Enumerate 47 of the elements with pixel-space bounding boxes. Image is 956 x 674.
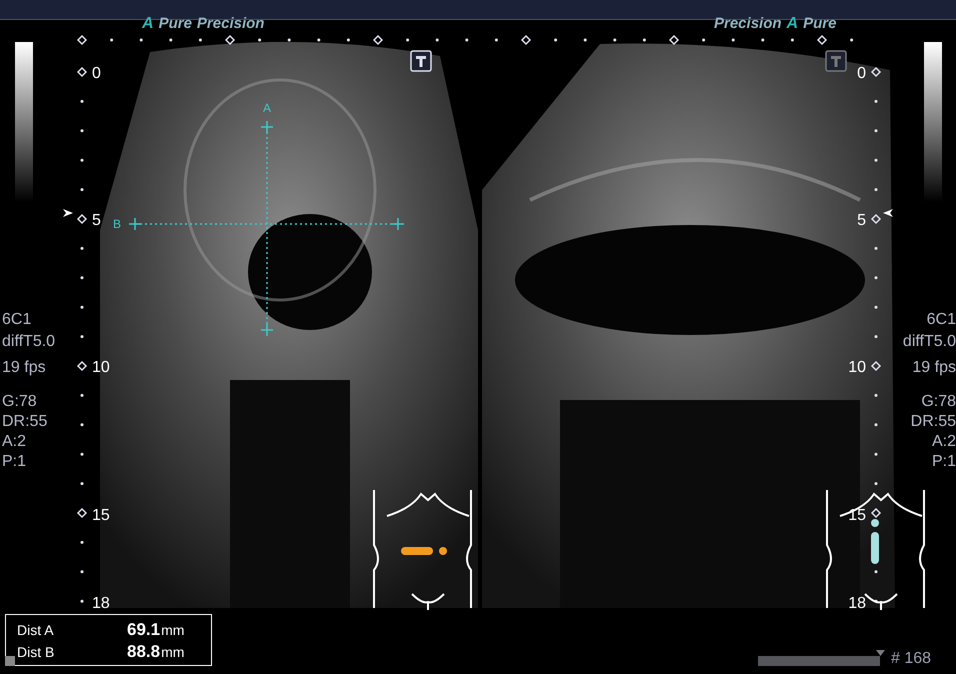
measurement-value: 69.1 xyxy=(127,619,160,641)
depth-label: 5 xyxy=(92,212,101,229)
scan-parameter: 19 fps xyxy=(2,358,47,378)
brand-word: Pure xyxy=(803,15,836,33)
depth-label: 18 xyxy=(92,595,110,612)
depth-label: 0 xyxy=(92,65,101,82)
measurement-label: Dist A xyxy=(17,621,55,640)
scan-parameter: DR:55 xyxy=(2,412,48,432)
scan-parameter: A:2 xyxy=(2,432,28,452)
scan-parameter: 19 fps xyxy=(911,358,956,378)
caliper-line[interactable] xyxy=(128,217,405,231)
scan-parameter: 6C1 xyxy=(926,310,956,330)
brand-word: Precision xyxy=(714,15,782,33)
depth-label: 15 xyxy=(848,507,866,524)
depth-label: 10 xyxy=(848,359,866,376)
focus-marker-icon xyxy=(63,209,73,217)
scan-parameter: 6C1 xyxy=(2,310,32,330)
caliper-label: A xyxy=(263,101,272,115)
scan-parameter: DR:55 xyxy=(910,412,956,432)
brand-word: Pure xyxy=(158,15,192,33)
scan-parameter: G:78 xyxy=(920,392,956,412)
measurement-unit: mm xyxy=(161,621,184,640)
depth-label: 15 xyxy=(92,507,110,524)
measurement-unit: mm xyxy=(161,643,184,662)
scan-parameter: diffT5.0 xyxy=(2,332,56,352)
brand-letter: A xyxy=(786,15,798,33)
caliper-label: B xyxy=(113,217,122,231)
measurement-value: 88.8 xyxy=(127,641,160,663)
scan-parameter: A:2 xyxy=(930,432,956,452)
t-icon xyxy=(410,50,432,72)
focus-marker-icon xyxy=(883,209,893,217)
scan-parameter: P:1 xyxy=(930,452,956,472)
brand-letter: A xyxy=(142,15,154,33)
position-marker-icon xyxy=(876,650,885,656)
brand-word: Precision xyxy=(196,15,264,33)
status-square xyxy=(5,656,15,666)
depth-label: 10 xyxy=(92,359,110,376)
depth-label: 5 xyxy=(857,212,866,229)
measurement-label: Dist B xyxy=(17,643,56,662)
frame-number: # 168 xyxy=(891,650,932,668)
caliper-line[interactable] xyxy=(260,120,274,337)
scan-parameter: P:1 xyxy=(2,452,28,472)
depth-label: 0 xyxy=(857,65,866,82)
scan-parameter: G:78 xyxy=(2,392,38,412)
depth-label: 18 xyxy=(848,595,866,612)
t-icon xyxy=(825,50,847,72)
scan-parameter: diffT5.0 xyxy=(902,332,956,352)
